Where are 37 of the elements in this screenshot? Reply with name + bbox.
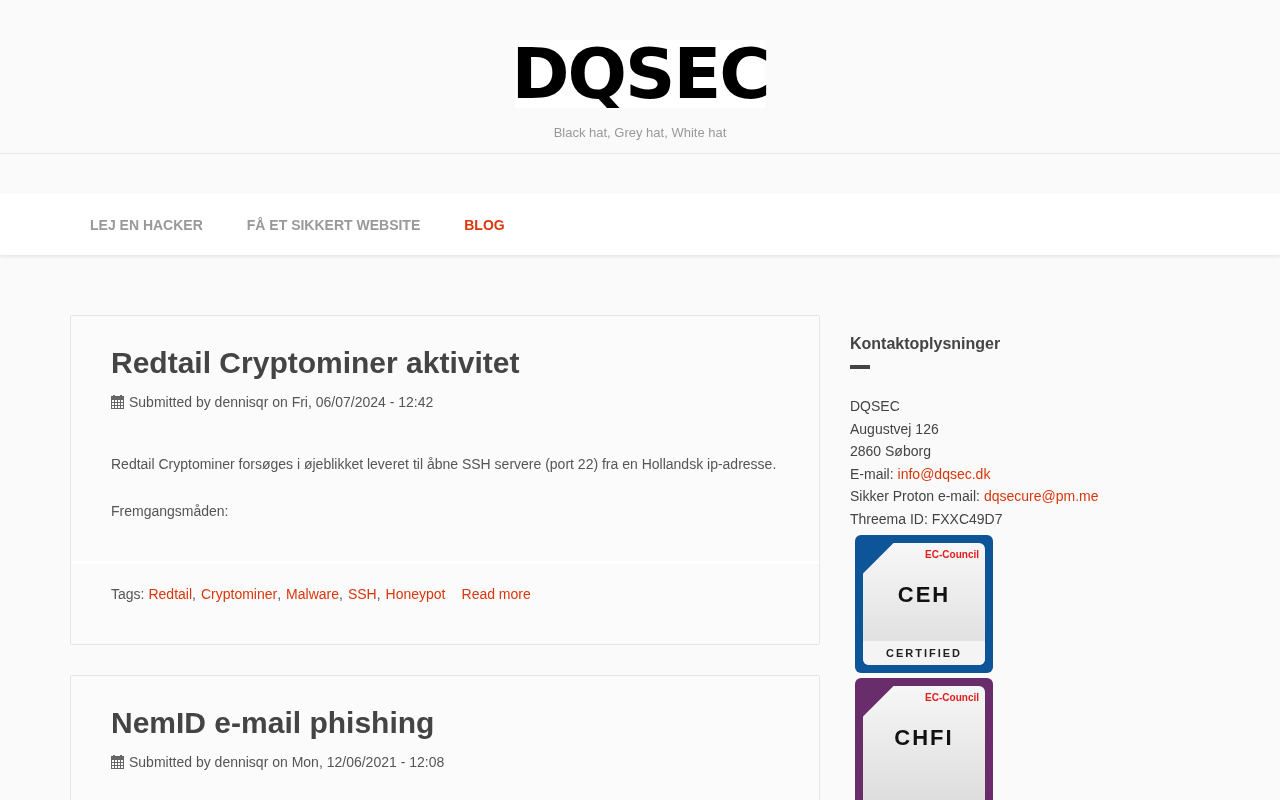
tag-separator: , — [192, 586, 196, 602]
email-link[interactable]: info@dqsec.dk — [897, 462, 991, 485]
contact-text: 2860 Søborg — [850, 442, 931, 461]
contact-text: Sikker Proton e-mail: — [850, 487, 980, 506]
tag-link[interactable]: Honeypot — [385, 586, 446, 602]
tag-separator: , — [376, 586, 381, 602]
tag-separator: , — [339, 586, 343, 602]
email-link[interactable]: dqsecure@pm.me — [983, 485, 1099, 508]
article-title[interactable]: NemID e-mail phishing — [111, 706, 779, 740]
badge-issuer: EC-Council — [925, 549, 979, 560]
tag-link[interactable]: Cryptominer — [200, 586, 278, 602]
sidebar-title: Kontaktoplysninger — [850, 335, 1002, 353]
submitted-info: Submitted by dennisqr on Fri, 06/07/2024 - 12:42 — [129, 394, 434, 410]
tags-label: Tags: — [111, 586, 145, 602]
badge-acronym: CEH — [897, 582, 951, 608]
article-paragraph: Fremgangsmåden: — [111, 502, 230, 521]
nav-link[interactable]: BLOG — [442, 216, 527, 233]
submitted-info: Submitted by dennisqr on Mon, 12/06/2021 - 12:08 — [129, 754, 445, 770]
contact-text: Threema ID: FXXC49D7 — [850, 509, 1003, 529]
article-title[interactable]: Redtail Cryptominer aktivitet — [111, 346, 779, 380]
read-more-link[interactable]: Read more — [461, 586, 531, 602]
badge-label: CERTIFIED — [863, 641, 985, 665]
site-logo[interactable]: DQSEC — [515, 40, 765, 108]
calendar-icon — [111, 755, 124, 769]
contact-text: Augustvej 126 — [850, 419, 939, 439]
tag-link[interactable]: SSH — [347, 586, 377, 602]
badge-acronym: CHFI — [894, 725, 954, 751]
article-paragraph: Redtail Cryptominer forsøges i øjeblikket leveret til åbne SSH servere (port 22) fra en Hollandsk ip-adresse. — [111, 455, 778, 474]
tag-link[interactable]: Malware — [286, 586, 339, 602]
calendar-icon — [111, 395, 124, 409]
contact-text: DQSEC — [850, 397, 900, 416]
site-slogan: Black hat, Grey hat, White hat — [553, 125, 727, 140]
tag-separator: , — [277, 586, 282, 602]
nav-link[interactable]: LEJ EN HACKER — [68, 216, 225, 233]
nav-link[interactable]: FÅ ET SIKKERT WEBSITE — [224, 216, 443, 233]
badge-issuer: EC-Council — [925, 692, 979, 703]
contact-text: E-mail: — [850, 464, 894, 484]
